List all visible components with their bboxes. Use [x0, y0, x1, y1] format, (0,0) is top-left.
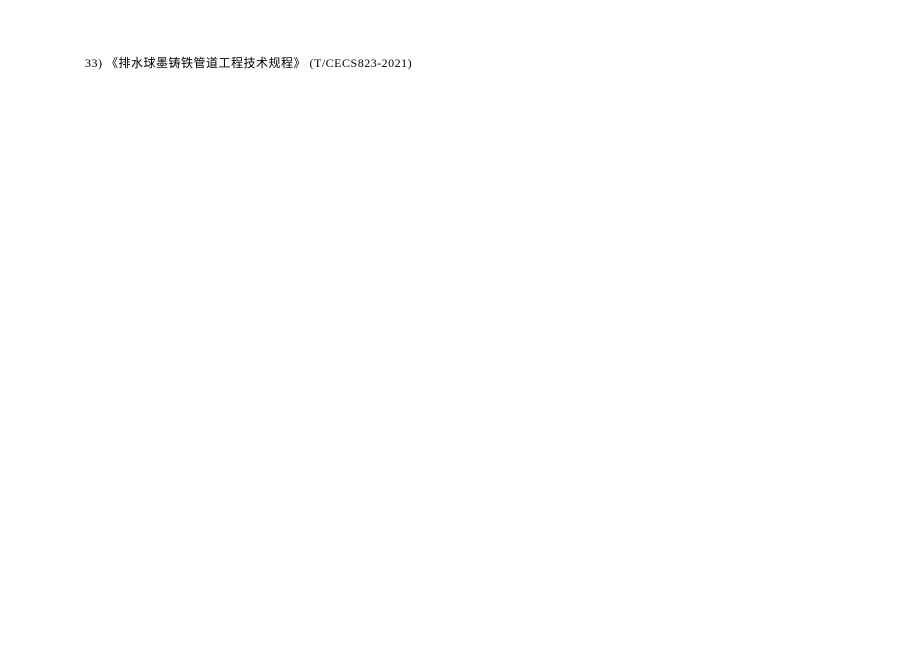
- item-number: 33): [85, 56, 103, 70]
- document-page: 33) 《排水球墨铸铁管道工程技术规程》 (T/CECS823-2021): [85, 54, 835, 73]
- item-title: 《排水球墨铸铁管道工程技术规程》: [106, 56, 306, 70]
- reference-item: 33) 《排水球墨铸铁管道工程技术规程》 (T/CECS823-2021): [85, 54, 835, 73]
- item-code: (T/CECS823-2021): [310, 56, 413, 70]
